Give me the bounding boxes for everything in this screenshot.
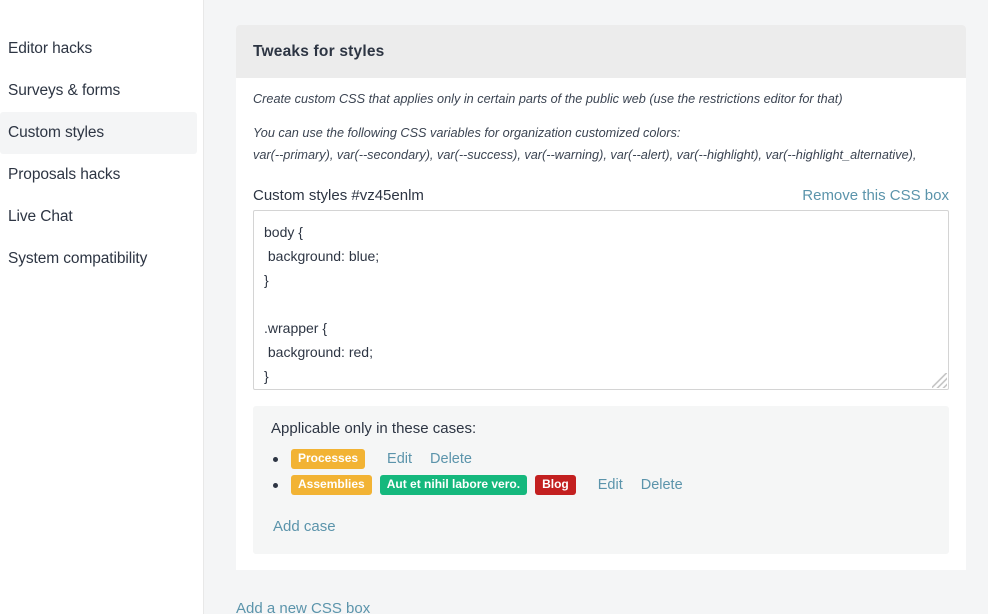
sidebar-item-label: Editor hacks [8, 40, 93, 57]
bullet-icon [273, 482, 278, 488]
status-badge: Assemblies [291, 474, 372, 496]
tweaks-card: Tweaks for styles Create custom CSS that… [236, 25, 966, 571]
sidebar-item-label: Custom styles [8, 124, 105, 141]
add-new-css-box-link[interactable]: Add a new CSS box [236, 600, 370, 614]
card-header: Tweaks for styles [236, 25, 966, 78]
card-body: Create custom CSS that applies only in c… [236, 78, 966, 571]
css-editor-wrapper [253, 210, 949, 391]
sidebar-item-label: Surveys & forms [8, 82, 121, 99]
delete-case-link[interactable]: Delete [430, 451, 472, 467]
css-editor-textarea[interactable] [253, 210, 949, 391]
sidebar-item-live-chat[interactable]: Live Chat [0, 196, 197, 238]
help-text-variables-line2: var(--primary), var(--secondary), var(--… [253, 148, 917, 163]
case-actions: Edit Delete [598, 477, 683, 493]
status-badge: Processes [291, 448, 366, 470]
sidebar-item-label: Proposals hacks [8, 166, 121, 183]
css-box-header: Custom styles #vz45enlm Remove this CSS … [253, 187, 949, 204]
sidebar: Editor hacks Surveys & forms Custom styl… [0, 0, 204, 614]
edit-case-link[interactable]: Edit [598, 477, 623, 493]
status-badge: Aut et nihil labore vero. [379, 474, 528, 496]
bullet-icon [273, 456, 278, 462]
sidebar-item-label: Live Chat [8, 208, 73, 225]
sidebar-item-surveys-forms[interactable]: Surveys & forms [0, 70, 197, 112]
applicable-cases-panel: Applicable only in these cases: Processe… [253, 406, 949, 555]
sidebar-item-label: System compatibility [8, 250, 148, 267]
case-list: Processes Edit Delete Assemblies Aut et … [269, 446, 933, 498]
help-text-variables-line1: You can use the following CSS variables … [253, 125, 681, 140]
css-box-label: Custom styles #vz45enlm [253, 187, 424, 205]
help-text-intro: Create custom CSS that applies only in c… [253, 92, 843, 106]
delete-case-link[interactable]: Delete [641, 477, 683, 493]
add-case-link[interactable]: Add case [273, 518, 336, 535]
sidebar-item-custom-styles[interactable]: Custom styles [0, 112, 197, 154]
app-root: Editor hacks Surveys & forms Custom styl… [0, 0, 988, 614]
sidebar-item-system-compatibility[interactable]: System compatibility [0, 238, 197, 280]
cases-title: Applicable only in these cases: [271, 420, 477, 438]
edit-case-link[interactable]: Edit [387, 451, 412, 467]
list-item: Assemblies Aut et nihil labore vero. Blo… [273, 472, 933, 498]
page-title: Tweaks for styles [253, 42, 385, 60]
remove-css-box-link[interactable]: Remove this CSS box [802, 187, 949, 204]
help-text-variables: You can use the following CSS variables … [253, 124, 949, 166]
sidebar-item-proposals-hacks[interactable]: Proposals hacks [0, 154, 197, 196]
list-item: Processes Edit Delete [273, 446, 933, 472]
main-content: Tweaks for styles Create custom CSS that… [204, 0, 988, 614]
sidebar-item-editor-hacks[interactable]: Editor hacks [0, 28, 197, 70]
case-actions: Edit Delete [387, 451, 472, 467]
status-badge: Blog [535, 474, 576, 496]
